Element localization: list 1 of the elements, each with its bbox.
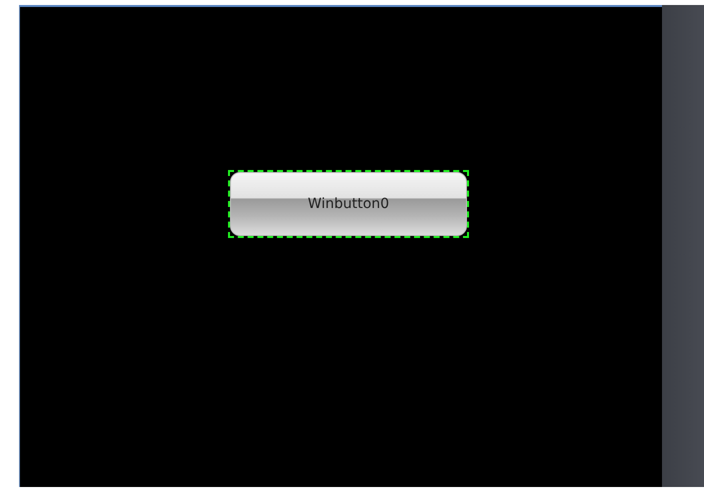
glossy-button[interactable]: Winbutton0 [230, 172, 467, 236]
